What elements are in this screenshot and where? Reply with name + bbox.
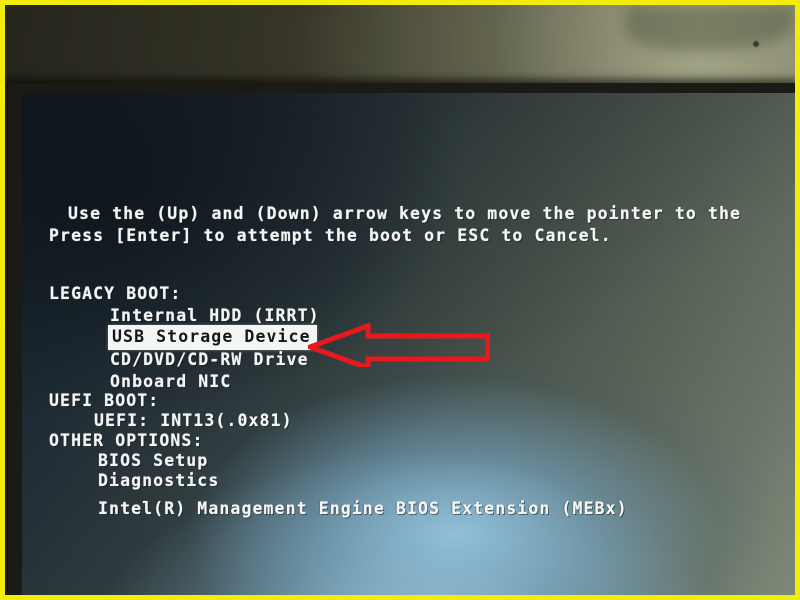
- instruction-line-2: Press [Enter] to attempt the boot or ESC…: [49, 226, 612, 245]
- boot-option-cd-dvd-cdrw-drive[interactable]: CD/DVD/CD-RW Drive: [110, 349, 309, 371]
- laptop-bezel: Use the (Up) and (Down) arrow keys to mo…: [5, 5, 795, 595]
- annotated-photo-frame: Use the (Up) and (Down) arrow keys to mo…: [0, 0, 800, 600]
- bios-boot-menu: Use the (Up) and (Down) arrow keys to mo…: [22, 93, 795, 595]
- section-header-legacy-boot: LEGACY BOOT:: [49, 284, 182, 303]
- boot-option-uefi-int13[interactable]: UEFI: INT13(.0x81): [94, 410, 293, 432]
- bezel-highlight-smudge: [625, 5, 795, 51]
- boot-option-usb-storage-device[interactable]: USB Storage Device: [108, 325, 317, 350]
- lcd-screen: Use the (Up) and (Down) arrow keys to mo…: [22, 93, 795, 595]
- boot-option-internal-hdd[interactable]: Internal HDD (IRRT): [110, 305, 320, 327]
- boot-option-bios-setup[interactable]: BIOS Setup: [98, 450, 208, 472]
- section-header-uefi-boot: UEFI BOOT:: [49, 391, 160, 410]
- bezel-sensor-dot-icon: [753, 41, 759, 47]
- boot-option-intel-mebx[interactable]: Intel(R) Management Engine BIOS Extensio…: [98, 498, 628, 520]
- instruction-line-1: Use the (Up) and (Down) arrow keys to mo…: [68, 204, 742, 223]
- boot-option-diagnostics[interactable]: Diagnostics: [98, 470, 219, 492]
- section-header-other-options: OTHER OPTIONS:: [49, 431, 204, 450]
